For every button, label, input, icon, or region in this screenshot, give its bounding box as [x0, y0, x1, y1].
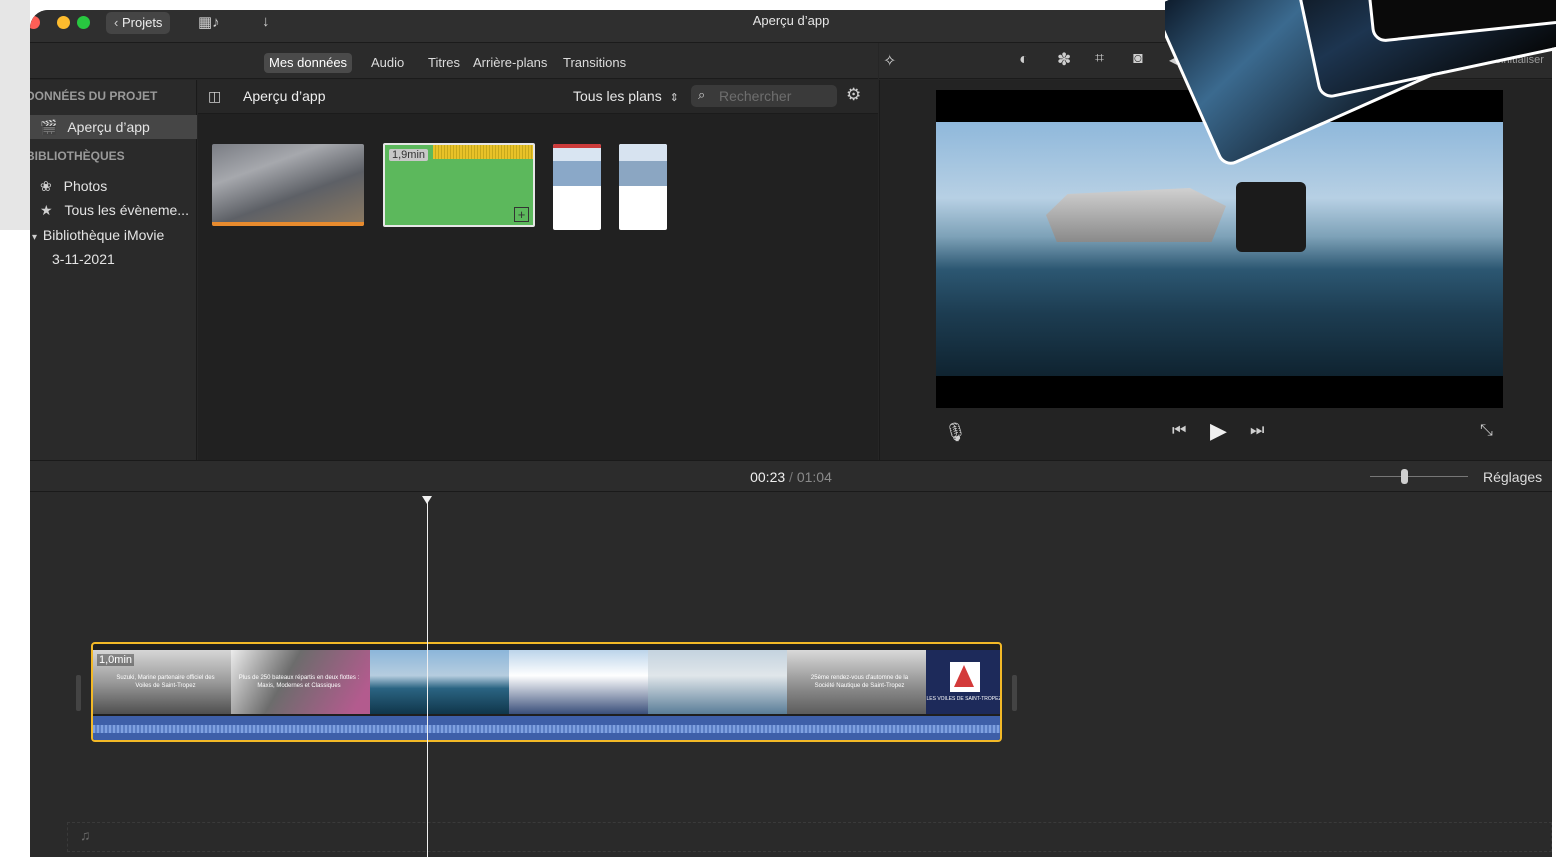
clip-thumbnail-audio[interactable]: 1,9min + — [383, 143, 535, 227]
desktop-panel — [0, 0, 30, 230]
gear-icon[interactable]: ⚙ — [846, 85, 861, 105]
timecode: 00:23 / 01:04 — [750, 469, 832, 485]
boat-shape — [1046, 188, 1226, 242]
clapper-icon: 🎬 — [40, 119, 58, 135]
tab-mes-donnees[interactable]: Mes données — [264, 53, 353, 73]
star-box-icon: ★ — [40, 202, 53, 218]
clip-frame-3 — [370, 650, 509, 714]
clip-frame-5 — [648, 650, 787, 714]
disclosure-triangle-icon: ▾ — [32, 232, 38, 243]
clip-thumbnail-1[interactable] — [212, 144, 364, 226]
media-browser: 1,9min + — [198, 114, 878, 460]
playhead-marker[interactable] — [422, 496, 432, 504]
clip-duration-badge: 1,9min — [389, 149, 429, 161]
tab-arriere-plans[interactable]: Arrière-plans — [473, 53, 547, 73]
fullscreen-icon[interactable]: ⤡ — [1480, 422, 1493, 440]
clip-frame-6: 25ème rendez-vous d'automne de la Sociét… — [787, 650, 926, 714]
outboard-motor-shape — [1236, 182, 1306, 252]
clip-duration-label: 1,0min — [97, 654, 135, 666]
browser-header: ◫ Aperçu d’app Tous les plans ⇕ ⌕ Recher… — [198, 80, 878, 114]
timeline-clip[interactable]: Suzuki, Marine partenaire officiel des V… — [91, 642, 1002, 742]
add-clip-icon[interactable]: + — [514, 207, 529, 222]
updown-chevron-icon: ⇕ — [669, 92, 679, 104]
tab-titres[interactable]: Titres — [428, 53, 460, 73]
playhead[interactable] — [422, 496, 432, 857]
clip-thumbnail-4[interactable] — [619, 144, 667, 230]
time-bar: 00:23 / 01:04 Réglages — [30, 460, 1552, 492]
search-field[interactable]: ⌕ Rechercher — [691, 85, 837, 107]
clip-audio-waveform — [93, 716, 1000, 740]
search-icon: ⌕ — [698, 87, 706, 102]
sidebar-item-event-date[interactable]: 3-11-2021 — [52, 248, 115, 270]
sidebar-item-imovie-library[interactable]: ▾ Bibliothèque iMovie — [32, 224, 164, 246]
voiles-logo — [950, 662, 980, 692]
color-palette-icon[interactable]: ✽ — [1057, 50, 1071, 70]
clip-thumbnail-3[interactable] — [553, 144, 601, 230]
skip-back-icon[interactable]: ⏮ — [1172, 422, 1186, 440]
total-time: 01:04 — [796, 469, 832, 485]
clip-frame-logo: LES VOILES DE SAINT-TROPEZ — [926, 650, 1000, 714]
thumb-image — [619, 144, 667, 186]
waveform-line — [93, 725, 1000, 733]
clip-filter-select[interactable]: Tous les plans ⇕ — [573, 88, 679, 104]
clip-frame-4 — [509, 650, 648, 714]
photos-flower-icon: ❀ — [40, 178, 52, 194]
search-placeholder: Rechercher — [719, 88, 792, 104]
play-icon[interactable]: ▶ — [1210, 418, 1227, 444]
settings-button[interactable]: Réglages — [1483, 469, 1542, 485]
sidebar-item-photos[interactable]: ❀ Photos — [40, 175, 107, 197]
project-data-header: DONNÉES DU PROJET — [30, 89, 158, 103]
music-note-icon: ♫ — [80, 827, 91, 843]
audio-waveform — [433, 145, 533, 159]
zoom-slider[interactable] — [1370, 469, 1468, 484]
tab-transitions[interactable]: Transitions — [563, 53, 626, 73]
magic-wand-icon[interactable]: ✧ — [883, 51, 896, 71]
microphone-icon[interactable]: 🎙 — [944, 422, 967, 443]
decorative-photo-cards — [1165, 0, 1556, 175]
logo-sail — [954, 665, 974, 687]
skip-forward-icon[interactable]: ⏭ — [1250, 422, 1264, 440]
current-time: 00:23 — [750, 469, 786, 485]
sidebar-item-all-events[interactable]: ★ Tous les évèneme... — [40, 199, 189, 221]
browser-title: Aperçu d’app — [243, 88, 326, 104]
timeline-start-handle[interactable] — [76, 675, 81, 711]
sidebar-item-apercu[interactable]: 🎬 Aperçu d’app — [40, 116, 150, 138]
zoom-slider-thumb[interactable] — [1401, 469, 1408, 484]
stabilize-camera-icon[interactable]: ◙ — [1133, 50, 1143, 68]
libraries-header: BIBLIOTHÈQUES — [30, 149, 125, 163]
crop-icon[interactable]: ⌗ — [1095, 50, 1104, 68]
color-balance-icon[interactable]: ◐ — [1019, 51, 1029, 69]
libraries-sidebar: DONNÉES DU PROJET 🎬 Aperçu d’app BIBLIOT… — [30, 80, 197, 460]
sidebar-toggle-icon[interactable]: ◫ — [208, 88, 221, 105]
content-tabs-bar: Mes données Audio Titres Arrière-plans T… — [30, 43, 878, 79]
clip-frame-2: Plus de 250 bateaux répartis en deux flo… — [231, 650, 370, 714]
thumb-image — [553, 144, 601, 186]
music-well[interactable]: ♫ — [67, 822, 1552, 852]
tab-audio[interactable]: Audio — [371, 53, 404, 73]
timeline-end-handle[interactable] — [1012, 675, 1017, 711]
used-clip-bar — [212, 222, 364, 226]
